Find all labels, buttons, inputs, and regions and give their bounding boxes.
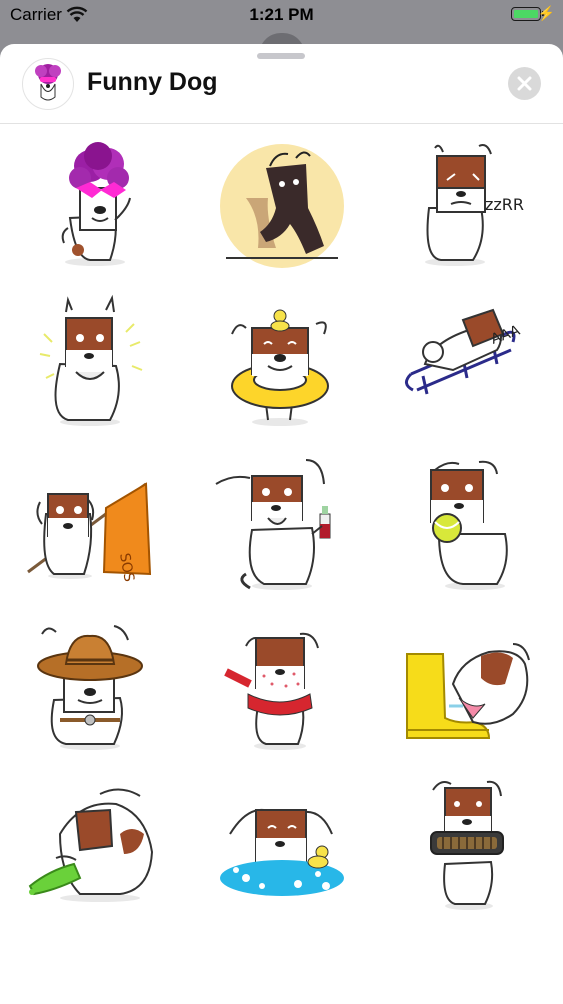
sticker-bathing-dog[interactable] — [206, 774, 356, 914]
sticker-shocked-dog[interactable] — [20, 294, 170, 434]
funny-dog-app-icon — [22, 58, 74, 110]
close-button[interactable] — [508, 67, 541, 100]
clock: 1:21 PM — [249, 5, 314, 24]
sticker-swim-ring-duck-dog[interactable] — [206, 294, 356, 434]
sticker-vomiting-dog[interactable] — [20, 774, 170, 914]
sticker-tennis-ball-dog[interactable] — [393, 454, 543, 594]
sticker-cowboy-dog[interactable] — [20, 614, 170, 754]
sticker-harmonica-dog[interactable] — [393, 774, 543, 914]
sticker-sick-scarf-dog[interactable] — [206, 614, 356, 754]
status-bar: Carrier 1:21 PM ⚡ — [0, 0, 563, 30]
header: Funny Dog — [0, 44, 563, 124]
battery-icon — [511, 7, 544, 21]
sticker-drinking-dog[interactable] — [206, 454, 356, 594]
sticker-snoring-text: zzRR — [485, 195, 524, 214]
sticker-shadow-dancing-dog[interactable] — [206, 138, 356, 278]
close-icon — [517, 76, 532, 91]
sticker-sledding-dog[interactable]: AAA — [393, 294, 543, 434]
sticker-afro-sunglasses-dog[interactable] — [20, 138, 170, 278]
page-title: Funny Dog — [87, 68, 218, 96]
charging-icon: ⚡ — [537, 5, 555, 21]
sticker-snoring-dog[interactable]: zzRR — [393, 138, 543, 278]
sticker-sos-flag-dog[interactable]: SOS — [20, 454, 170, 594]
sticker-rain-boot-dog[interactable] — [393, 614, 543, 754]
